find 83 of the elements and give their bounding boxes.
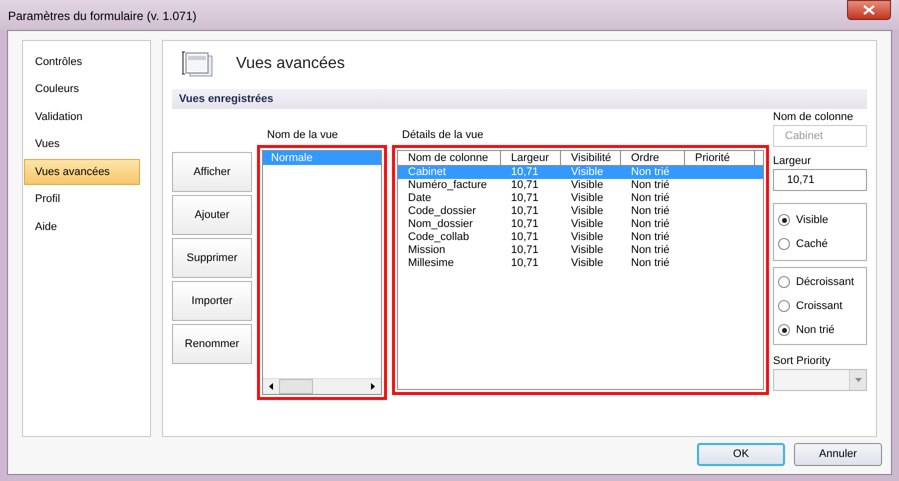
action-button[interactable]: Importer xyxy=(172,281,252,321)
radio-label: Croissant xyxy=(796,298,842,314)
action-button[interactable]: Afficher xyxy=(172,152,252,192)
table-cell-text: Numéro_facture xyxy=(407,179,488,192)
radio-label: Décroissant xyxy=(796,274,854,290)
window-stack-icon xyxy=(182,51,214,77)
field-label: Largeur xyxy=(773,154,812,169)
table-cell-text: Visible xyxy=(570,166,604,179)
table-cell-text: 10,71 xyxy=(510,179,540,192)
action-button[interactable]: Ajouter xyxy=(172,195,252,235)
table-cell-text: Visible xyxy=(570,205,604,218)
table-row[interactable]: Code_collab 10,71 Visible Non trié xyxy=(398,231,763,244)
sidebar-item[interactable]: Contrôles xyxy=(24,49,140,75)
radio-label: Non trié xyxy=(796,322,835,338)
column-name-field: Cabinet xyxy=(773,125,867,147)
width-field[interactable]: 10,71 xyxy=(773,169,867,191)
table-cell-text: Non trié xyxy=(630,244,671,257)
table-cell-text: Nom_dossier xyxy=(407,218,474,231)
close-button[interactable] xyxy=(847,0,891,20)
table-cell-text: Millesime xyxy=(407,257,455,270)
table-cell-text: Non trié xyxy=(630,179,671,192)
sidebar-item[interactable]: Validation xyxy=(24,104,140,130)
table-cell-text: Non trié xyxy=(630,218,671,231)
table-cell-text: Visible xyxy=(570,257,604,270)
list-label: Nom de la vue xyxy=(266,128,339,143)
table-cell-text: Visible xyxy=(570,218,604,231)
column-header[interactable]: Largeur xyxy=(501,151,561,165)
table-cell-text: Non trié xyxy=(630,192,671,205)
action-button[interactable]: Supprimer xyxy=(172,238,252,278)
table-cell-text: Visible xyxy=(570,192,604,205)
page-title: Vues avancées xyxy=(236,54,345,74)
table-cell-text: Visible xyxy=(570,244,604,257)
table-cell-text: Code_dossier xyxy=(407,205,477,218)
table-row[interactable]: Date 10,71 Visible Non trié xyxy=(398,192,763,205)
dropdown-arrow-icon xyxy=(854,378,862,382)
horizontal-scrollbar[interactable] xyxy=(263,378,381,394)
list-label: Détails de la vue xyxy=(401,128,484,143)
table-cell-text: 10,71 xyxy=(510,166,540,179)
radio-button[interactable] xyxy=(778,300,790,312)
section-header: Vues enregistrées xyxy=(172,89,867,109)
field-label: Sort Priority xyxy=(773,354,832,369)
sidebar-item[interactable]: Aide xyxy=(24,214,140,240)
window-title: Paramètres du formulaire (v. 1.071) xyxy=(8,8,197,25)
radio-button[interactable] xyxy=(778,214,790,226)
table-row[interactable]: Mission 10,71 Visible Non trié xyxy=(398,244,763,257)
dialog-button[interactable]: OK xyxy=(697,443,785,466)
radio-label: Caché xyxy=(796,236,828,252)
table-row[interactable]: Nom_dossier 10,71 Visible Non trié xyxy=(398,218,763,231)
table-cell-text: Non trié xyxy=(630,231,671,244)
table-cell-text: Non trié xyxy=(630,257,671,270)
field-label: Nom de colonne xyxy=(773,110,854,125)
column-header[interactable]: Nom de colonne xyxy=(398,151,501,165)
sidebar-item[interactable]: Couleurs xyxy=(24,76,140,102)
radio-button[interactable] xyxy=(778,276,790,288)
table-cell-text: Date xyxy=(407,192,432,205)
table-cell-text: Non trié xyxy=(630,166,671,179)
sidebar-item[interactable]: Vues xyxy=(24,132,140,158)
column-header[interactable]: Visibilité xyxy=(561,151,621,165)
table-row[interactable]: Millesime 10,71 Visible Non trié xyxy=(398,257,763,270)
radio-button[interactable] xyxy=(778,238,790,250)
sidebar-item[interactable]: Vues avancées xyxy=(24,159,140,185)
radio-label: Visible xyxy=(796,212,828,228)
column-header[interactable]: Priorité xyxy=(685,151,755,165)
table-cell-text: 10,71 xyxy=(510,231,540,244)
table-row[interactable]: Numéro_facture 10,71 Visible Non trié xyxy=(398,179,763,192)
table-cell-text: 10,71 xyxy=(510,218,540,231)
radio-button[interactable] xyxy=(778,324,790,336)
action-button[interactable]: Renommer xyxy=(172,324,252,364)
table-cell-text: 10,71 xyxy=(510,257,540,270)
column-header[interactable]: Ordre xyxy=(621,151,685,165)
table-cell-text: Cabinet xyxy=(407,166,447,179)
table-cell-text: Visible xyxy=(570,231,604,244)
dialog-button[interactable]: Annuler xyxy=(794,443,882,466)
sidebar-item[interactable]: Profil xyxy=(24,186,140,212)
table-cell-text: 10,71 xyxy=(510,205,540,218)
table-cell-text: Mission xyxy=(407,244,446,257)
table-cell-text: 10,71 xyxy=(510,192,540,205)
table-cell-text: 10,71 xyxy=(510,244,540,257)
table-cell-text: Visible xyxy=(570,179,604,192)
table-row[interactable]: Code_dossier 10,71 Visible Non trié xyxy=(398,205,763,218)
table-cell-text: Non trié xyxy=(630,205,671,218)
close-icon xyxy=(863,5,875,15)
table-cell-text: Code_collab xyxy=(407,231,470,244)
